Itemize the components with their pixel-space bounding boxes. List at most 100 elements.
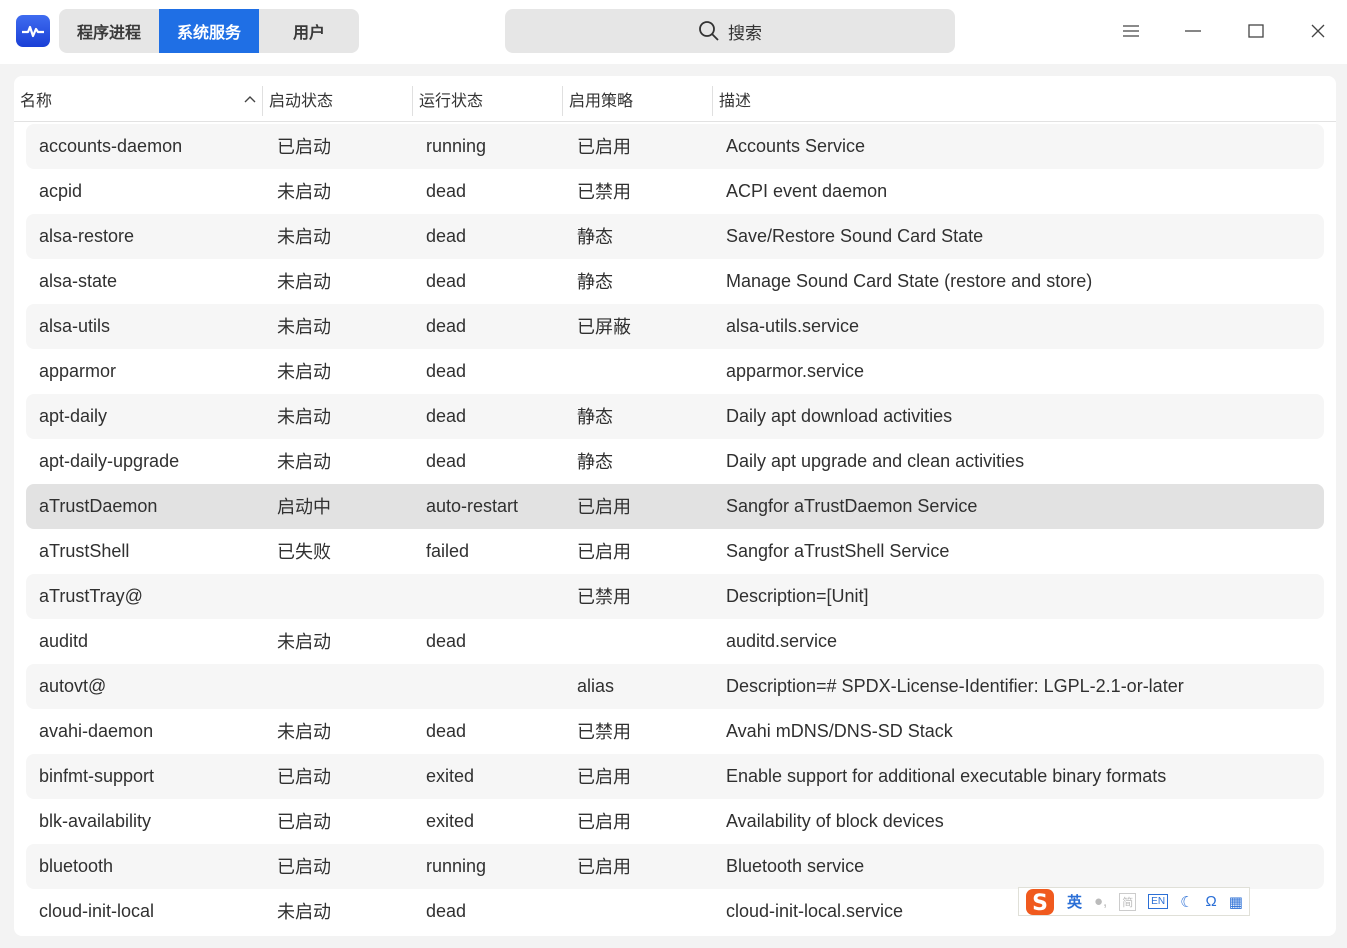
maximize-icon (1248, 24, 1264, 38)
cell-description: Availability of block devices (726, 810, 944, 831)
cell-description: Manage Sound Card State (restore and sto… (726, 270, 1093, 291)
cell-start-state: 已失败 (277, 542, 331, 562)
table-row[interactable]: auditd 未启动 dead auditd.service (26, 619, 1324, 664)
table-header: 名称 启动状态 运行状态 启用策略 描述 (14, 76, 1336, 122)
simplified-toggle[interactable]: 简 (1119, 892, 1137, 911)
cell-run-state: dead (426, 270, 467, 291)
column-divider[interactable] (712, 86, 713, 116)
cell-start-state: 未启动 (277, 272, 331, 292)
cell-run-state: dead (426, 225, 467, 246)
table-row[interactable]: bluetooth 已启动 running 已启用 Bluetooth service (26, 844, 1324, 889)
cell-policy: 已启用 (577, 137, 631, 157)
table-row[interactable]: apt-daily-upgrade 未启动 dead 静态 Daily apt upgr… (26, 439, 1324, 484)
cell-name: accounts-daemon (39, 135, 183, 156)
cell-description: Sangfor aTrustDaemon Service (726, 495, 978, 516)
cell-description: Accounts Service (726, 135, 866, 156)
column-divider[interactable] (412, 86, 413, 116)
minimize-button[interactable] (1178, 16, 1208, 46)
cell-run-state: exited (426, 765, 475, 786)
tab-processes[interactable]: 程序进程 (59, 9, 159, 53)
table-row[interactable]: avahi-daemon 未启动 dead 已禁用 Avahi mDNS/DNS-SD … (26, 709, 1324, 754)
cell-name: aTrustTray@ (39, 585, 143, 606)
cell-run-state: dead (426, 180, 467, 201)
grid-icon[interactable]: ▦ (1229, 893, 1243, 911)
cell-policy: 已禁用 (577, 182, 631, 202)
minimize-icon (1185, 30, 1201, 32)
column-header-start-state[interactable]: 启动状态 (269, 76, 333, 122)
column-divider[interactable] (562, 86, 563, 116)
cell-name: auditd (39, 630, 89, 651)
cell-description: Daily apt download activities (726, 405, 953, 426)
table-row[interactable]: alsa-utils 未启动 dead 已屏蔽 alsa-utils.service (26, 304, 1324, 349)
view-tabs: 程序进程 系统服务 用户 (59, 9, 359, 53)
close-button[interactable] (1303, 16, 1333, 46)
cell-policy: 已屏蔽 (577, 317, 631, 337)
titlebar: 程序进程 系统服务 用户 搜索 (0, 0, 1347, 64)
column-divider[interactable] (262, 86, 263, 116)
cell-start-state: 未启动 (277, 227, 331, 247)
column-label: 名称 (20, 93, 53, 110)
cell-policy: 已启用 (577, 857, 631, 877)
table-row[interactable]: accounts-daemon 已启动 running 已启用 Accounts Ser… (26, 124, 1324, 169)
svg-text:S: S (1032, 891, 1048, 916)
cell-name: apt-daily (39, 405, 108, 426)
ime-mode-toggle[interactable]: 英 (1067, 891, 1082, 912)
cell-start-state: 已启动 (277, 767, 331, 787)
keyboard-layout-button[interactable]: EN (1148, 894, 1169, 909)
table-row[interactable]: acpid 未启动 dead 已禁用 ACPI event daemon (26, 169, 1324, 214)
cell-description: auditd.service (726, 630, 838, 651)
column-header-name[interactable]: 名称 (20, 76, 260, 122)
table-row[interactable]: aTrustShell 已失败 failed 已启用 Sangfor aTrustShe… (26, 529, 1324, 574)
cell-start-state: 未启动 (277, 452, 331, 472)
table-row[interactable]: binfmt-support 已启动 exited 已启用 Enable support… (26, 754, 1324, 799)
column-header-policy[interactable]: 启用策略 (569, 76, 633, 122)
table-row[interactable]: blk-availability 已启动 exited 已启用 Availability… (26, 799, 1324, 844)
cell-start-state: 未启动 (277, 317, 331, 337)
column-header-description[interactable]: 描述 (719, 76, 751, 122)
cell-start-state: 已启动 (277, 857, 331, 877)
cell-name: apparmor (39, 360, 117, 381)
cell-name: blk-availability (39, 810, 152, 831)
search-placeholder: 搜索 (728, 23, 762, 43)
cell-start-state: 未启动 (277, 362, 331, 382)
input-method-toolbar: S 英 ●, 简 EN ☾ Ω ▦ (1018, 887, 1250, 916)
cell-policy: 已启用 (577, 767, 631, 787)
omega-icon[interactable]: Ω (1206, 893, 1217, 910)
cell-name: bluetooth (39, 855, 114, 876)
activity-monitor-icon (16, 15, 50, 47)
punctuation-icon[interactable]: ●, (1094, 893, 1107, 910)
cell-policy: 已启用 (577, 497, 631, 517)
cell-name: alsa-state (39, 270, 118, 291)
table-row[interactable]: aTrustTray@ 已禁用 Description=[Unit] (26, 574, 1324, 619)
sogou-logo-icon[interactable]: S (1025, 888, 1055, 916)
cell-description: Bluetooth service (726, 855, 865, 876)
cell-policy: 已启用 (577, 542, 631, 562)
cell-start-state: 已启动 (277, 137, 331, 157)
tab-services[interactable]: 系统服务 (159, 9, 259, 53)
cell-run-state: running (426, 855, 487, 876)
table-row[interactable]: alsa-restore 未启动 dead 静态 Save/Restore Sound … (26, 214, 1324, 259)
table-body: accounts-daemon 已启动 running 已启用 Accounts Ser… (26, 124, 1324, 934)
cell-policy: 静态 (577, 407, 613, 427)
table-row[interactable]: aTrustDaemon 启动中 auto-restart 已启用 Sangfor aT… (26, 484, 1324, 529)
moon-icon[interactable]: ☾ (1180, 893, 1193, 911)
maximize-button[interactable] (1241, 16, 1271, 46)
table-row[interactable]: autovt@ alias Description=# SPDX-License-I… (26, 664, 1324, 709)
cell-policy: 已禁用 (577, 722, 631, 742)
cell-description: Enable support for additional executable… (726, 765, 1167, 786)
table-row[interactable]: alsa-state 未启动 dead 静态 Manage Sound Card Sta… (26, 259, 1324, 304)
table-row[interactable]: apt-daily 未启动 dead 静态 Daily apt download act… (26, 394, 1324, 439)
cell-start-state: 未启动 (277, 902, 331, 922)
cell-policy: alias (577, 675, 615, 696)
cell-description: Avahi mDNS/DNS-SD Stack (726, 720, 953, 741)
close-icon (1311, 24, 1325, 38)
menu-button[interactable] (1116, 16, 1146, 46)
table-row[interactable]: apparmor 未启动 dead apparmor.service (26, 349, 1324, 394)
cell-run-state: failed (426, 540, 470, 561)
search-input[interactable]: 搜索 (505, 9, 955, 53)
cell-description: ACPI event daemon (726, 180, 888, 201)
column-header-run-state[interactable]: 运行状态 (419, 76, 483, 122)
cell-name: alsa-utils (39, 315, 111, 336)
tab-users[interactable]: 用户 (259, 9, 359, 53)
cell-run-state: dead (426, 720, 467, 741)
